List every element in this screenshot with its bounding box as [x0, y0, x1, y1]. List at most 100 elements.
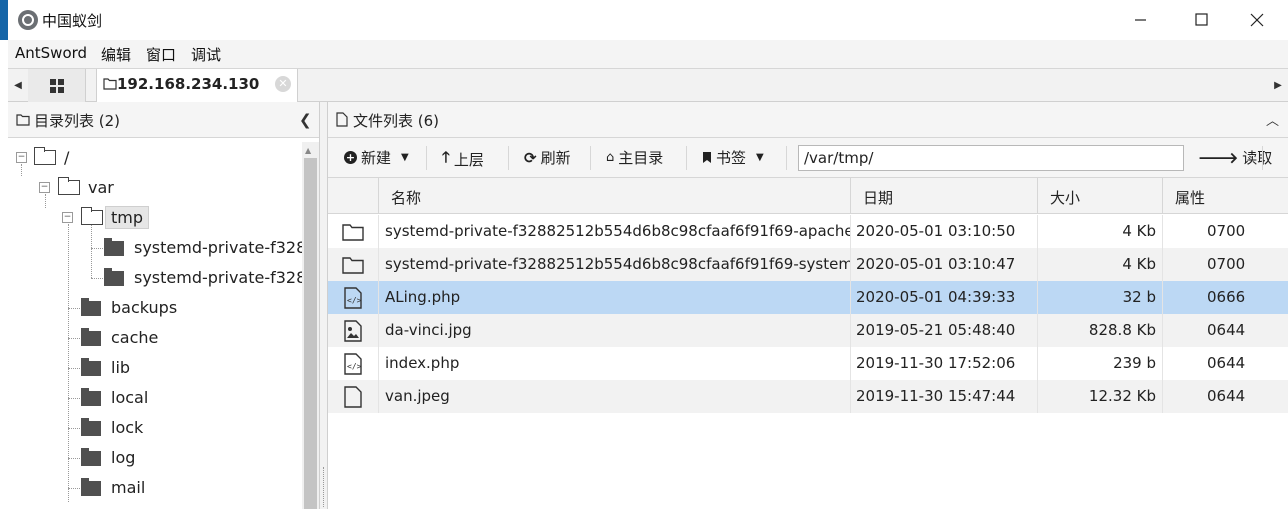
tree-collapse-icon[interactable]: −: [62, 212, 73, 223]
tree-collapse-icon[interactable]: −: [39, 182, 50, 193]
code-file-icon: </>: [328, 281, 378, 314]
code-file-icon: </>: [328, 347, 378, 380]
menu-window[interactable]: 窗口: [146, 44, 176, 65]
tree-item-mail[interactable]: mail: [111, 478, 145, 497]
tree-item-systemd-private-2[interactable]: systemd-private-f32882: [134, 268, 302, 287]
tab-home[interactable]: [28, 69, 86, 102]
splitter-grip: [323, 467, 324, 507]
file-row[interactable]: </> index.php 2019-11-30 17:52:06 239 b …: [328, 347, 1288, 380]
column-header-icon: [328, 178, 378, 214]
arrow-right-icon: 🡒: [1198, 149, 1239, 167]
tree-item-local[interactable]: local: [111, 388, 148, 407]
file-name: da-vinci.jpg: [378, 314, 850, 347]
directory-panel-title: 目录列表 (2): [34, 112, 121, 130]
file-row[interactable]: da-vinci.jpg 2019-05-21 05:48:40 828.8 K…: [328, 314, 1288, 347]
dropdown-caret-icon: ▼: [401, 152, 409, 163]
folder-icon: [104, 268, 124, 286]
tree-item-lib[interactable]: lib: [111, 358, 130, 377]
file-date: 2020-05-01 03:10:47: [850, 248, 1037, 281]
toolbar-separator: [508, 146, 509, 170]
file-row[interactable]: van.jpeg 2019-11-30 15:47:44 12.32 Kb 06…: [328, 380, 1288, 413]
column-header-date[interactable]: 日期: [850, 178, 1037, 214]
tree-line: [68, 368, 80, 369]
file-permissions: 0700: [1162, 248, 1288, 281]
tree-item-root[interactable]: /: [64, 148, 69, 167]
column-header-permissions[interactable]: 属性: [1162, 178, 1288, 214]
close-window-icon[interactable]: [1234, 0, 1280, 40]
tree-item-var[interactable]: var: [88, 178, 114, 197]
folder-icon: [104, 238, 124, 256]
title-bar: 中国蚁剑: [0, 0, 1288, 40]
file-size: 4 Kb: [1037, 248, 1162, 281]
tree-line: [91, 224, 92, 278]
tree-line: [68, 398, 80, 399]
up-button[interactable]: 🡑 上层: [442, 147, 484, 172]
tree-line: [68, 428, 80, 429]
file-row-selected[interactable]: </> ALing.php 2020-05-01 04:39:33 32 b 0…: [328, 281, 1288, 314]
toolbar-separator: [426, 146, 427, 170]
file-date: 2020-05-01 03:10:50: [850, 215, 1037, 248]
path-input[interactable]: [798, 145, 1184, 171]
folder-icon: [328, 215, 378, 248]
tree-item-log[interactable]: log: [111, 448, 135, 467]
file-date: 2019-11-30 15:47:44: [850, 380, 1037, 413]
tab-scroll-left-icon[interactable]: ◀: [8, 69, 28, 102]
menu-debug[interactable]: 调试: [191, 44, 221, 65]
new-button-label: 新建: [361, 149, 392, 167]
file-date: 2019-05-21 05:48:40: [850, 314, 1037, 347]
toolbar-separator: [1262, 146, 1263, 170]
file-permissions: 0644: [1162, 380, 1288, 413]
collapse-chevron-icon[interactable]: ❮: [299, 111, 312, 129]
tree-line: [91, 248, 103, 249]
tab-scroll-right-icon[interactable]: ▶: [1268, 69, 1288, 102]
file-name: ALing.php: [378, 281, 850, 314]
panel-splitter[interactable]: [320, 102, 328, 509]
file-panel: 文件列表 (6) ︿ + 新建 ▼ 🡑 上层 ⟳ 刷新 ⌂ 主目录 书签 ▼ /…: [328, 102, 1288, 509]
tree-line: [68, 224, 69, 502]
refresh-button[interactable]: ⟳ 刷新: [524, 147, 571, 168]
minimize-icon[interactable]: [1118, 0, 1164, 40]
svg-text:</>: </>: [347, 296, 362, 305]
svg-text:</>: </>: [347, 362, 362, 371]
tree-item-backups[interactable]: backups: [111, 298, 177, 317]
refresh-icon: ⟳: [524, 148, 537, 167]
tree-item-tmp[interactable]: tmp: [111, 208, 143, 227]
column-header-size[interactable]: 大小: [1037, 178, 1162, 214]
folder-icon: [81, 388, 101, 406]
tree-line: [68, 338, 80, 339]
menu-edit[interactable]: 编辑: [101, 44, 131, 65]
tree-line: [91, 278, 103, 279]
tree-scrollbar-thumb[interactable]: [304, 158, 317, 509]
bookmark-button[interactable]: 书签 ▼: [702, 147, 764, 168]
column-header-name[interactable]: 名称: [378, 178, 850, 214]
file-permissions: 0700: [1162, 215, 1288, 248]
folder-icon: [328, 248, 378, 281]
collapse-up-icon[interactable]: ︿: [1266, 110, 1279, 129]
menu-antsword[interactable]: AntSword: [15, 44, 87, 62]
file-permissions: 0644: [1162, 314, 1288, 347]
scroll-up-icon[interactable]: ▲: [305, 146, 311, 155]
file-toolbar: + 新建 ▼ 🡑 上层 ⟳ 刷新 ⌂ 主目录 书签 ▼ 🡒 读取: [328, 138, 1288, 178]
tree-item-cache[interactable]: cache: [111, 328, 158, 347]
home-button[interactable]: ⌂ 主目录: [606, 147, 663, 168]
tree-item-systemd-private-1[interactable]: systemd-private-f32882: [134, 238, 302, 257]
file-icon: [328, 380, 378, 413]
tab-close-icon[interactable]: ✕: [275, 76, 291, 92]
folder-icon: [81, 478, 101, 496]
maximize-icon[interactable]: [1179, 0, 1225, 40]
toolbar-separator: [786, 146, 787, 170]
tree-line: [21, 164, 22, 176]
file-row[interactable]: systemd-private-f32882512b554d6b8c98cfaa…: [328, 248, 1288, 281]
refresh-button-label: 刷新: [540, 149, 571, 167]
file-permissions: 0666: [1162, 281, 1288, 314]
tab-shell[interactable]: 192.168.234.130 ✕: [96, 69, 298, 103]
tree-collapse-icon[interactable]: −: [16, 152, 27, 163]
new-button[interactable]: + 新建 ▼: [344, 147, 409, 168]
file-size: 828.8 Kb: [1037, 314, 1162, 347]
folder-icon: [81, 448, 101, 466]
tree-item-lock[interactable]: lock: [111, 418, 143, 437]
file-name: systemd-private-f32882512b554d6b8c98cfaa…: [378, 215, 850, 248]
file-row[interactable]: systemd-private-f32882512b554d6b8c98cfaa…: [328, 215, 1288, 248]
directory-panel-header: 目录列表 (2) ❮: [8, 102, 319, 138]
tree-line: [45, 194, 46, 208]
